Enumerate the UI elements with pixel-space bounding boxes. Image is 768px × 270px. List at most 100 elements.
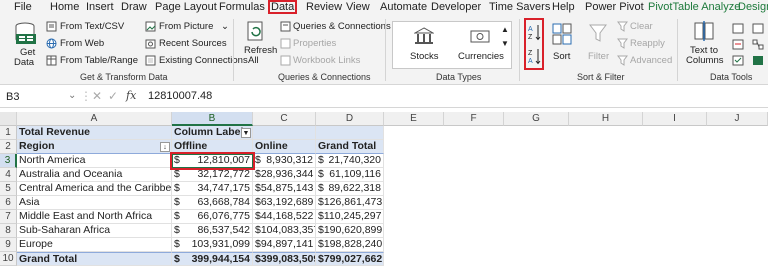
consolidate-icon[interactable] bbox=[752, 23, 764, 34]
grand-total-cell[interactable]: $198,828,240 bbox=[316, 238, 384, 252]
from-picture-button[interactable]: From Picture bbox=[159, 21, 213, 32]
offline-cell[interactable]: $32,172,772 bbox=[172, 168, 253, 182]
sort-button[interactable]: Sort bbox=[553, 51, 570, 62]
data-model-icon[interactable] bbox=[752, 55, 764, 66]
row-labels-sort-icon[interactable]: ↓ bbox=[160, 142, 170, 152]
row-header-9[interactable]: 9 bbox=[0, 238, 17, 252]
tab-insert[interactable]: Insert bbox=[86, 0, 114, 15]
grand-total-cell[interactable]: $190,620,899 bbox=[316, 224, 384, 238]
tab-view[interactable]: View bbox=[346, 0, 370, 15]
enter-icon[interactable]: ✓ bbox=[108, 89, 118, 103]
row-header-6[interactable]: 6 bbox=[0, 196, 17, 210]
remove-duplicates-icon[interactable] bbox=[732, 39, 744, 50]
insert-function-icon[interactable]: fx bbox=[126, 89, 136, 102]
column-header-b[interactable]: B bbox=[172, 112, 253, 126]
offline-cell[interactable]: $34,747,175 bbox=[172, 182, 253, 196]
offline-cell[interactable]: $86,537,542 bbox=[172, 224, 253, 238]
from-text-csv-button[interactable]: From Text/CSV bbox=[60, 21, 124, 32]
tab-time-savers[interactable]: Time Savers bbox=[489, 0, 550, 15]
get-data-label-2[interactable]: Data bbox=[14, 57, 34, 68]
column-header-g[interactable]: G bbox=[504, 112, 569, 126]
refresh-all-label-2[interactable]: All bbox=[248, 55, 259, 66]
tab-help[interactable]: Help bbox=[552, 0, 575, 15]
reapply-button[interactable]: Reapply bbox=[630, 38, 665, 49]
column-header-e[interactable]: E bbox=[384, 112, 444, 126]
row-header-1[interactable]: 1 bbox=[0, 126, 17, 140]
row-header-2[interactable]: 2 bbox=[0, 140, 17, 154]
clear-button[interactable]: Clear bbox=[630, 21, 653, 32]
tab-home[interactable]: Home bbox=[50, 0, 79, 15]
column-header-h[interactable]: H bbox=[569, 112, 643, 126]
gallery-down-icon[interactable]: ▼ bbox=[501, 39, 509, 48]
database-icon[interactable] bbox=[14, 21, 36, 45]
tab-pivottable-analyze[interactable]: PivotTable Analyze bbox=[648, 0, 740, 15]
advanced-button[interactable]: Advanced bbox=[630, 55, 672, 66]
column-header-i[interactable]: I bbox=[643, 112, 707, 126]
properties-button[interactable]: Properties bbox=[293, 38, 336, 49]
workbook-links-button[interactable]: Workbook Links bbox=[293, 55, 360, 66]
offline-cell[interactable]: $103,931,099 bbox=[172, 238, 253, 252]
pivot-row-labels-header[interactable]: Region bbox=[17, 140, 172, 154]
chevron-down-icon[interactable]: ⌄ bbox=[221, 21, 229, 32]
row-header-3[interactable]: 3 bbox=[0, 154, 17, 168]
relationships-icon[interactable] bbox=[752, 39, 764, 50]
tab-developer[interactable]: Developer bbox=[431, 0, 481, 15]
sort-a-to-z-icon[interactable]: AZ bbox=[528, 23, 541, 41]
online-cell[interactable]: $28,936,344 bbox=[253, 168, 316, 182]
tab-file[interactable]: File bbox=[14, 0, 32, 15]
grand-total-cell[interactable]: $126,861,473 bbox=[316, 196, 384, 210]
tab-review[interactable]: Review bbox=[306, 0, 342, 15]
column-labels-filter-icon[interactable]: ▼ bbox=[241, 128, 251, 138]
tab-formulas[interactable]: Formulas bbox=[219, 0, 265, 15]
pivot-values-header[interactable]: Total Revenue bbox=[17, 126, 172, 140]
grand-total-cell[interactable]: $89,622,318 bbox=[316, 182, 384, 196]
region-cell[interactable]: Sub-Saharan Africa bbox=[17, 224, 172, 238]
region-cell[interactable]: Central America and the Caribbean bbox=[17, 182, 172, 196]
currencies-button[interactable]: Currencies bbox=[458, 51, 504, 62]
online-cell[interactable]: $8,930,312 bbox=[253, 154, 316, 168]
offline-cell[interactable]: $66,076,775 bbox=[172, 210, 253, 224]
tab-data[interactable]: Data bbox=[268, 0, 298, 14]
cancel-icon[interactable]: ✕ bbox=[92, 89, 102, 103]
tab-power-pivot[interactable]: Power Pivot bbox=[585, 0, 644, 15]
column-header-c[interactable]: C bbox=[253, 112, 316, 126]
row-header-8[interactable]: 8 bbox=[0, 224, 17, 238]
column-header-a[interactable]: A bbox=[17, 112, 172, 126]
from-web-button[interactable]: From Web bbox=[60, 38, 104, 49]
column-header-grand-total[interactable]: Grand Total bbox=[316, 140, 384, 154]
row-header-5[interactable]: 5 bbox=[0, 182, 17, 196]
sort-z-to-a-icon[interactable]: ZA bbox=[528, 47, 541, 65]
column-header-j[interactable]: J bbox=[707, 112, 768, 126]
grand-total-online-cell[interactable]: $399,083,509 bbox=[253, 252, 316, 266]
online-cell[interactable]: $94,897,141 bbox=[253, 238, 316, 252]
filter-button[interactable]: Filter bbox=[588, 51, 609, 62]
column-header-online[interactable]: Online bbox=[253, 140, 316, 154]
tab-draw[interactable]: Draw bbox=[121, 0, 147, 15]
queries-connections-button[interactable]: Queries & Connections bbox=[293, 21, 391, 32]
grand-total-total-cell[interactable]: $799,027,662 bbox=[316, 252, 384, 266]
tab-page-layout[interactable]: Page Layout bbox=[155, 0, 217, 15]
name-box[interactable]: B3 bbox=[4, 89, 64, 105]
column-header-f[interactable]: F bbox=[444, 112, 504, 126]
grand-total-label[interactable]: Grand Total bbox=[17, 252, 172, 266]
grand-total-cell[interactable]: $61,109,116 bbox=[316, 168, 384, 182]
existing-connections-button[interactable]: Existing Connections bbox=[159, 55, 248, 66]
row-header-7[interactable]: 7 bbox=[0, 210, 17, 224]
region-cell[interactable]: Europe bbox=[17, 238, 172, 252]
online-cell[interactable]: $44,168,522 bbox=[253, 210, 316, 224]
row-header-10[interactable]: 10 bbox=[0, 252, 17, 266]
name-box-dropdown-icon[interactable]: ⌄ bbox=[68, 90, 76, 101]
gallery-up-icon[interactable]: ▲ bbox=[501, 25, 509, 34]
region-cell[interactable]: Asia bbox=[17, 196, 172, 210]
column-header-d[interactable]: D bbox=[316, 112, 384, 126]
grand-total-offline-cell[interactable]: $399,944,154 bbox=[172, 252, 253, 266]
region-cell[interactable]: North America bbox=[17, 154, 172, 168]
text-to-columns-label-2[interactable]: Columns bbox=[686, 55, 724, 66]
data-validation-icon[interactable] bbox=[732, 55, 744, 66]
region-cell[interactable]: Middle East and North Africa bbox=[17, 210, 172, 224]
stocks-button[interactable]: Stocks bbox=[410, 51, 439, 62]
offline-cell[interactable]: $63,668,784 bbox=[172, 196, 253, 210]
recent-sources-button[interactable]: Recent Sources bbox=[159, 38, 227, 49]
region-cell[interactable]: Australia and Oceania bbox=[17, 168, 172, 182]
formula-input[interactable]: 12810007.48 bbox=[148, 90, 212, 102]
